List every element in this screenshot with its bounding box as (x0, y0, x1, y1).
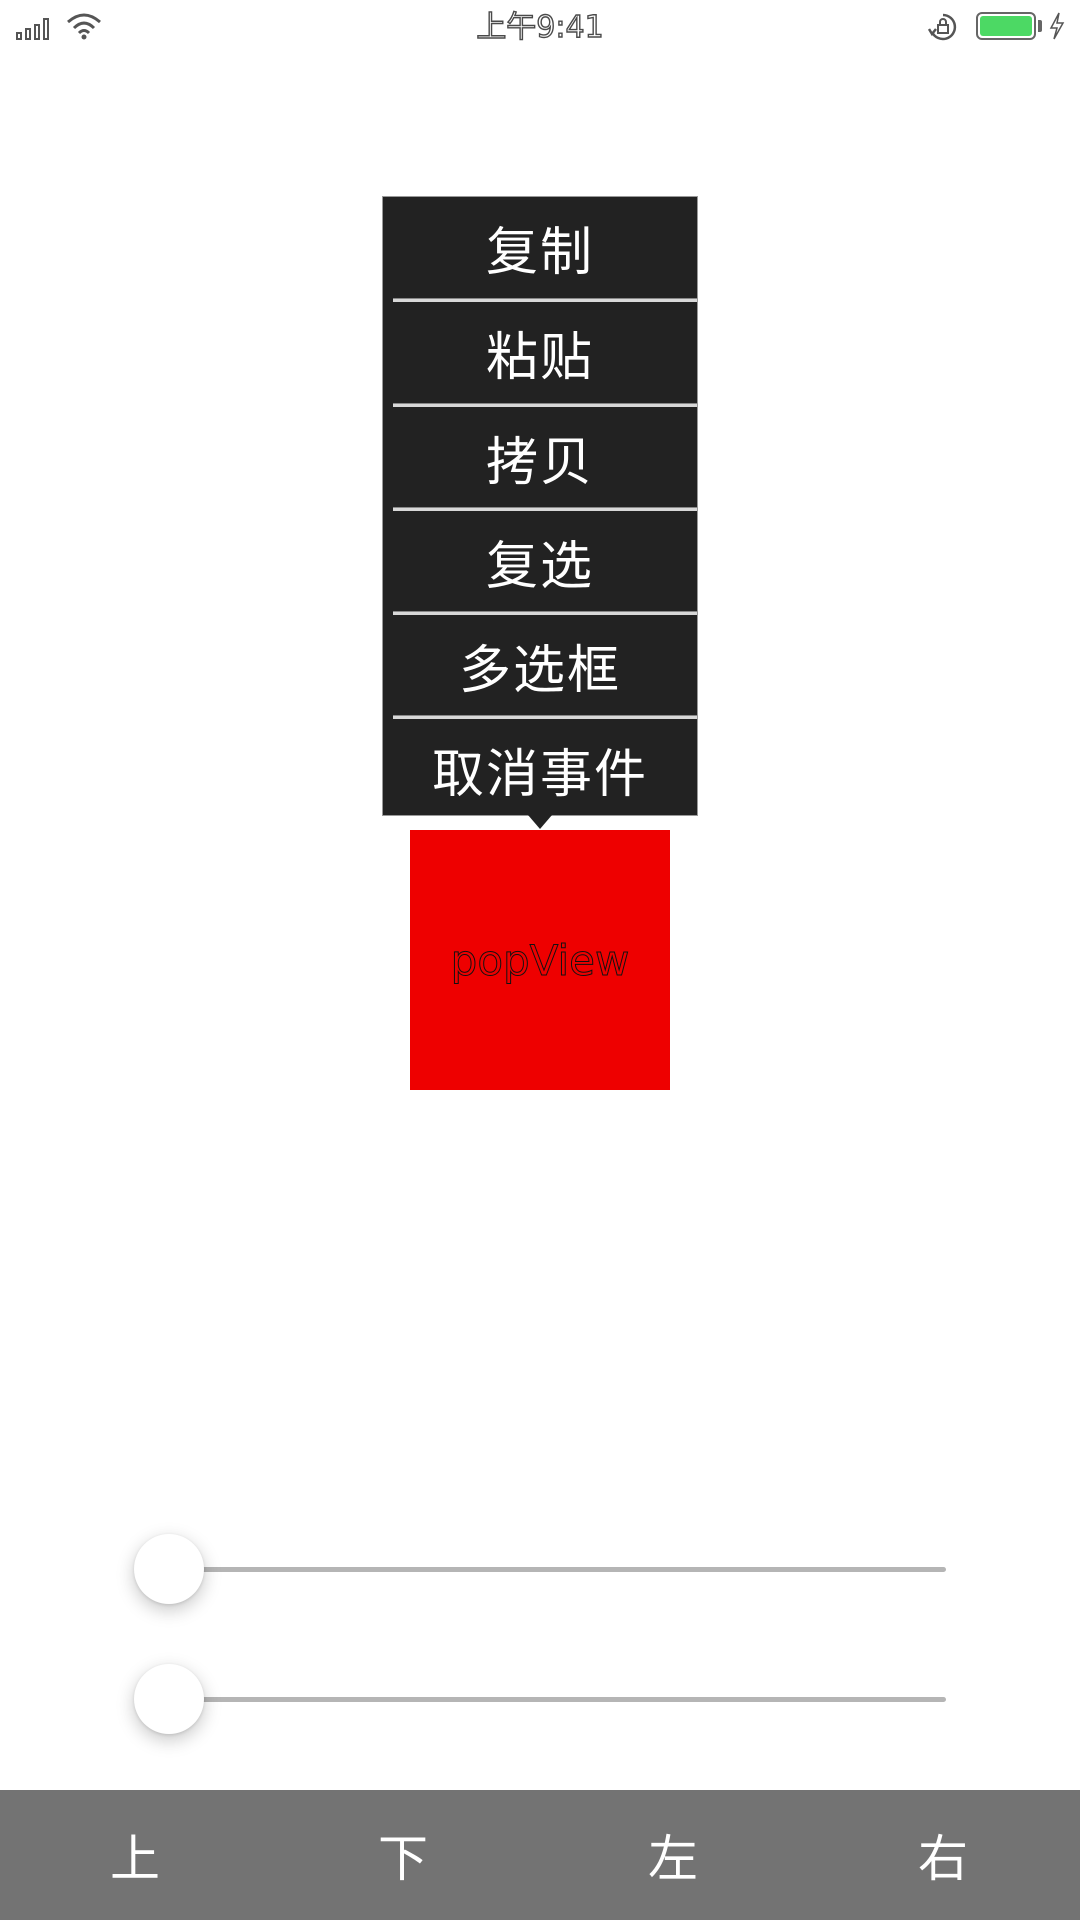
popup-pointer-arrow (528, 815, 552, 829)
menu-item-checkbox[interactable]: 多选框 (383, 615, 697, 716)
menu-item-copy[interactable]: 复制 (383, 197, 697, 298)
battery-icon (976, 12, 1036, 40)
slider-track (170, 1567, 946, 1572)
status-time: 上午9:41 (476, 9, 605, 45)
battery-level-fill (980, 16, 1032, 36)
left-button[interactable]: 左 (613, 1790, 733, 1920)
menu-item-paste[interactable]: 粘贴 (383, 302, 697, 403)
popup-menu: 复制 粘贴 拷贝 复选 多选框 取消事件 (382, 196, 698, 816)
wifi-icon (67, 13, 101, 40)
slider-1[interactable] (110, 1510, 946, 1630)
pop-view[interactable]: popView (410, 830, 670, 1090)
bottom-toolbar: 上 下 左 右 (0, 1790, 1080, 1920)
down-button[interactable]: 下 (343, 1790, 463, 1920)
pop-view-label: popView (450, 935, 630, 985)
slider-track (170, 1697, 946, 1702)
app-screen: 上午9:41 复制 粘贴 拷贝 复选 多选框 取消事件 popView 上 下 … (0, 0, 1080, 1920)
menu-item-duplicate[interactable]: 拷贝 (383, 407, 697, 508)
up-button[interactable]: 上 (75, 1790, 195, 1920)
slider-2[interactable] (110, 1640, 946, 1760)
rotation-lock-icon (928, 13, 957, 41)
menu-item-cancel-event[interactable]: 取消事件 (383, 719, 697, 820)
menu-item-reselect[interactable]: 复选 (383, 511, 697, 612)
right-button[interactable]: 右 (883, 1790, 1003, 1920)
battery-cap (1038, 20, 1042, 32)
slider-thumb[interactable] (134, 1664, 204, 1734)
charging-bolt-icon (1049, 12, 1065, 40)
status-bar: 上午9:41 (0, 0, 1080, 54)
slider-thumb[interactable] (134, 1534, 204, 1604)
cellular-signal-icon (16, 16, 58, 40)
